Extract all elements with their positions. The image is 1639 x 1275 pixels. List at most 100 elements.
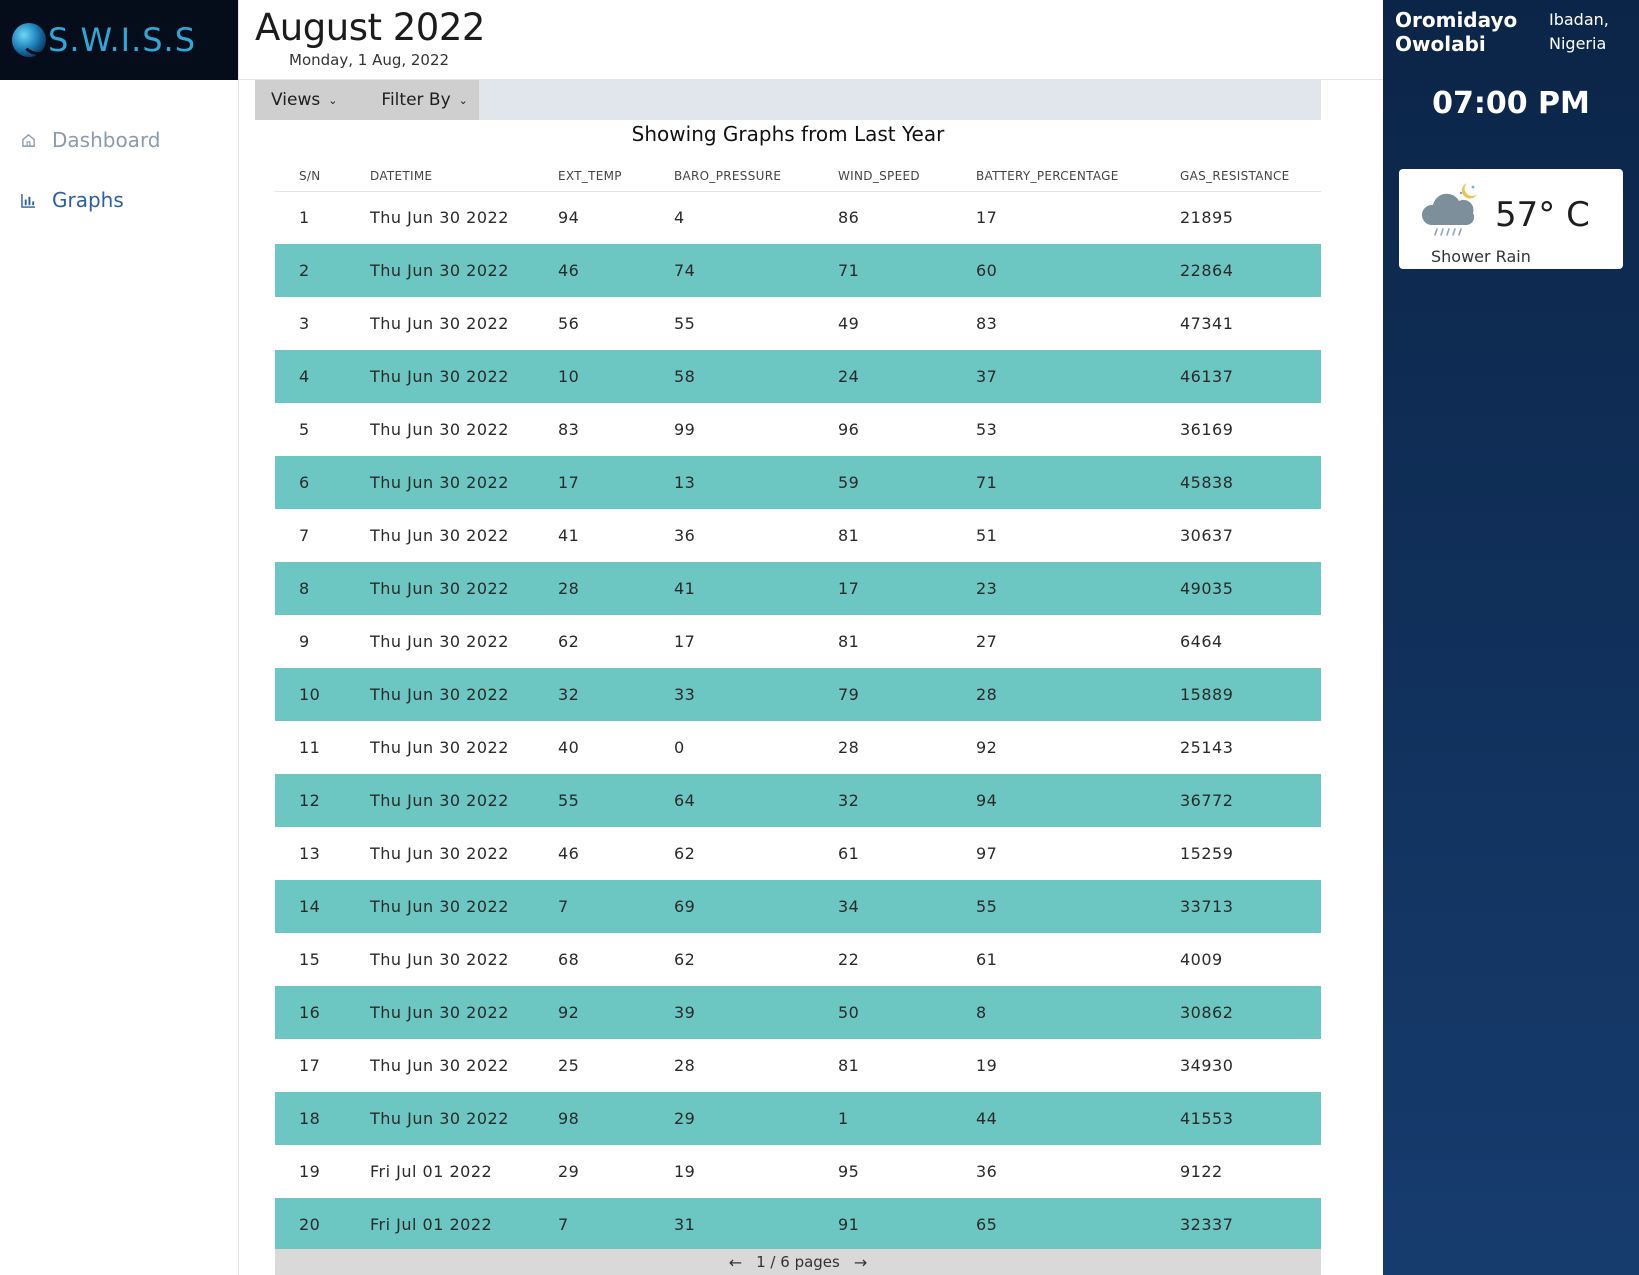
- table-cell: 22: [838, 950, 860, 969]
- table-cell: 34930: [1180, 1056, 1234, 1075]
- table-row[interactable]: 12 Thu Jun 30 2022 55 64 32 94 36772: [275, 774, 1321, 827]
- table-cell: 29: [674, 1092, 838, 1145]
- table-cell: 9122: [1180, 1162, 1223, 1181]
- table-cell: Fri Jul 01 2022: [370, 1162, 493, 1181]
- table-cell: 12: [275, 774, 370, 827]
- table-cell: 4: [674, 208, 685, 228]
- table-cell: 14: [275, 880, 370, 933]
- table-cell: 33: [674, 668, 838, 721]
- column-header[interactable]: BARO_PRESSURE: [674, 161, 838, 192]
- column-header[interactable]: S/N: [275, 161, 370, 192]
- table-cell: 7: [558, 880, 674, 933]
- table-cell: 92: [976, 738, 998, 757]
- table-row[interactable]: 14 Thu Jun 30 2022 7 69 34 55 33713: [275, 880, 1321, 933]
- table-header-row: S/N DATETIME EXT_TEMP BARO_PRESSURE WIND…: [275, 161, 1321, 192]
- table-cell: 71: [838, 244, 976, 297]
- table-cell: 41553: [1180, 1092, 1321, 1145]
- table-cell: 4009: [1180, 950, 1223, 969]
- table-body: 1 Thu Jun 30 2022 94 4 86 17 21895 2 Thu Jun 30 …: [275, 191, 1321, 1251]
- table-row[interactable]: 2 Thu Jun 30 2022 46 74 71 60 22864: [275, 244, 1321, 297]
- table-cell: 62: [674, 844, 696, 863]
- page-date: Monday, 1 Aug, 2022: [289, 51, 450, 69]
- table-cell: 13: [299, 844, 321, 863]
- table-cell: 44: [976, 1092, 1180, 1145]
- user-name: Oromidayo Owolabi: [1395, 8, 1518, 56]
- table-cell: Thu Jun 30 2022: [370, 208, 509, 228]
- column-header[interactable]: WIND_SPEED: [838, 161, 976, 192]
- table-row[interactable]: 5 Thu Jun 30 2022 83 99 96 53 36169: [275, 403, 1321, 456]
- table-row[interactable]: 4 Thu Jun 30 2022 10 58 24 37 46137: [275, 350, 1321, 403]
- data-table-container: S/N DATETIME EXT_TEMP BARO_PRESSURE WIND…: [275, 161, 1321, 1251]
- table-cell: 81: [838, 526, 860, 545]
- table-cell: Thu Jun 30 2022: [370, 526, 509, 545]
- pagination-text: 1 / 6 pages: [756, 1253, 840, 1271]
- chevron-down-icon: ⌄: [458, 93, 468, 107]
- table-cell: 99: [674, 420, 696, 439]
- table-cell: 50: [838, 986, 976, 1039]
- app-root: S.W.I.S.S Dashboard Graphs August 2022 M…: [0, 0, 1639, 1275]
- sidebar: S.W.I.S.S Dashboard Graphs: [0, 0, 239, 1275]
- table-cell: 25: [558, 1056, 580, 1075]
- table-cell: 1: [838, 1092, 976, 1145]
- table-row[interactable]: 18 Thu Jun 30 2022 98 29 1 44 41553: [275, 1092, 1321, 1145]
- cloud-rain-moon-icon: [1421, 179, 1485, 243]
- table-cell: 28: [838, 738, 860, 757]
- section-title: Showing Graphs from Last Year: [631, 122, 945, 146]
- views-dropdown[interactable]: Views ⌄: [271, 90, 337, 110]
- table-cell: 16: [275, 986, 370, 1039]
- table-cell: 17: [976, 208, 998, 228]
- column-header[interactable]: DATETIME: [370, 161, 558, 192]
- table-cell: 15889: [1180, 668, 1321, 721]
- table-cell: 28: [674, 1056, 696, 1075]
- table-cell: 5: [299, 420, 310, 439]
- table-row[interactable]: 3 Thu Jun 30 2022 56 55 49 83 47341: [275, 297, 1321, 350]
- table-row[interactable]: 17 Thu Jun 30 2022 25 28 81 19 34930: [275, 1039, 1321, 1092]
- sidebar-item-graphs[interactable]: Graphs: [0, 170, 238, 230]
- table-row[interactable]: 19 Fri Jul 01 2022 29 19 95 36 9122: [275, 1145, 1321, 1198]
- arrow-left-icon[interactable]: ←: [729, 1253, 742, 1272]
- table-row[interactable]: 11 Thu Jun 30 2022 40 0 28 92 25143: [275, 721, 1321, 774]
- table-row[interactable]: 13 Thu Jun 30 2022 46 62 61 97 15259: [275, 827, 1321, 880]
- table-cell: Thu Jun 30 2022: [370, 456, 558, 509]
- column-header[interactable]: GAS_RESISTANCE: [1180, 161, 1321, 192]
- table-cell: 98: [558, 1092, 674, 1145]
- table-cell: 40: [558, 738, 580, 757]
- column-header[interactable]: EXT_TEMP: [558, 161, 674, 192]
- table-cell: 31: [674, 1198, 838, 1251]
- table-row[interactable]: 9 Thu Jun 30 2022 62 17 81 27 6464: [275, 615, 1321, 668]
- table-cell: 17: [558, 456, 674, 509]
- table-row[interactable]: 8 Thu Jun 30 2022 28 41 17 23 49035: [275, 562, 1321, 615]
- table-cell: 11: [299, 738, 321, 757]
- user-location: Ibadan, Nigeria: [1549, 10, 1609, 53]
- table-cell: 10: [558, 350, 674, 403]
- filter-by-dropdown[interactable]: Filter By ⌄: [381, 90, 467, 110]
- table-cell: 46: [558, 244, 674, 297]
- table-row[interactable]: 7 Thu Jun 30 2022 41 36 81 51 30637: [275, 509, 1321, 562]
- table-cell: 3: [299, 314, 310, 333]
- bar-chart-icon: [20, 192, 36, 208]
- table-cell: 1: [299, 208, 310, 228]
- table-row[interactable]: 20 Fri Jul 01 2022 7 31 91 65 32337: [275, 1198, 1321, 1251]
- data-table: S/N DATETIME EXT_TEMP BARO_PRESSURE WIND…: [275, 161, 1321, 1251]
- table-cell: 34: [838, 880, 976, 933]
- arrow-right-icon[interactable]: →: [854, 1253, 867, 1272]
- table-cell: 83: [558, 420, 580, 439]
- column-header[interactable]: BATTERY_PERCENTAGE: [976, 161, 1180, 192]
- table-row[interactable]: 10 Thu Jun 30 2022 32 33 79 28 15889: [275, 668, 1321, 721]
- table-cell: 58: [674, 350, 838, 403]
- table-cell: 28: [976, 668, 1180, 721]
- table-row[interactable]: 6 Thu Jun 30 2022 17 13 59 71 45838: [275, 456, 1321, 509]
- sidebar-item-dashboard[interactable]: Dashboard: [0, 110, 238, 170]
- table-row[interactable]: 1 Thu Jun 30 2022 94 4 86 17 21895: [275, 191, 1321, 244]
- table-cell: Fri Jul 01 2022: [370, 1198, 558, 1251]
- table-cell: 36169: [1180, 420, 1234, 439]
- table-cell: 32: [838, 774, 976, 827]
- table-row[interactable]: 15 Thu Jun 30 2022 68 62 22 61 4009: [275, 933, 1321, 986]
- logo[interactable]: S.W.I.S.S: [0, 0, 238, 80]
- table-cell: Thu Jun 30 2022: [370, 350, 558, 403]
- table-cell: 6: [275, 456, 370, 509]
- table-row[interactable]: 16 Thu Jun 30 2022 92 39 50 8 30862: [275, 986, 1321, 1039]
- table-cell: 8: [275, 562, 370, 615]
- table-cell: 60: [976, 244, 1180, 297]
- table-cell: 30862: [1180, 986, 1321, 1039]
